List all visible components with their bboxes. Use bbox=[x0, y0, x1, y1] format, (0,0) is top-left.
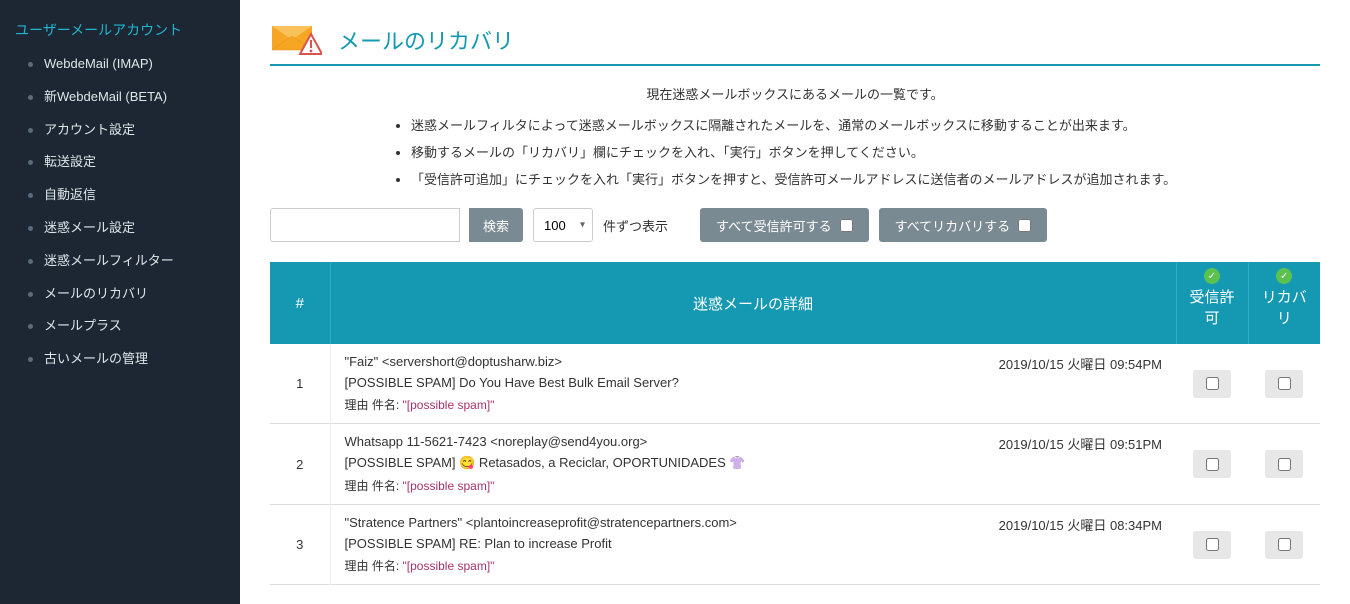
sidebar-item-mail-recovery[interactable]: メールのリカバリ bbox=[0, 278, 240, 311]
sidebar-item-webdemail[interactable]: WebdeMail (IMAP) bbox=[0, 48, 240, 81]
col-recover: ✓ リカバリ bbox=[1248, 262, 1320, 344]
check-circle-icon: ✓ bbox=[1204, 268, 1220, 284]
instruction-item: 迷惑メールフィルタによって迷惑メールボックスに隔離されたメールを、通常のメールボ… bbox=[411, 115, 1205, 134]
sidebar-item-old-mail[interactable]: 古いメールの管理 bbox=[0, 343, 240, 376]
row-allow-cell bbox=[1176, 424, 1248, 505]
allow-checkbox-wrap[interactable] bbox=[1193, 450, 1231, 478]
recover-checkbox-wrap[interactable] bbox=[1265, 450, 1303, 478]
recover-all-checkbox[interactable] bbox=[1018, 219, 1031, 232]
mail-reason: 理由 件名: "[possible spam]" bbox=[345, 477, 1163, 494]
allow-all-button[interactable]: すべて受信許可する bbox=[700, 208, 869, 242]
recover-all-label: すべてリカバリする bbox=[895, 216, 1011, 235]
col-detail: 迷惑メールの詳細 bbox=[330, 262, 1176, 344]
mail-subject: [POSSIBLE SPAM] 😋 Retasados, a Reciclar,… bbox=[345, 455, 1163, 471]
mail-date: 2019/10/15 火曜日 08:34PM bbox=[999, 515, 1162, 534]
row-detail: Whatsapp 11-5621-7423 <noreplay@send4you… bbox=[330, 424, 1176, 505]
sidebar-item-account-settings[interactable]: アカウント設定 bbox=[0, 114, 240, 147]
toolbar: 検索 100 ▾ 件ずつ表示 すべて受信許可する すべてリカバリする bbox=[270, 208, 1320, 242]
sidebar-item-mail-plus[interactable]: メールプラス bbox=[0, 310, 240, 343]
per-page-label: 件ずつ表示 bbox=[603, 216, 668, 235]
search-input[interactable] bbox=[270, 208, 460, 242]
row-allow-cell bbox=[1176, 505, 1248, 585]
mail-warning-icon bbox=[270, 20, 322, 60]
mail-reason: 理由 件名: "[possible spam]" bbox=[345, 557, 1163, 574]
mail-date: 2019/10/15 火曜日 09:54PM bbox=[999, 354, 1162, 373]
mail-reason: 理由 件名: "[possible spam]" bbox=[345, 396, 1163, 413]
page-header: メールのリカバリ bbox=[270, 20, 1320, 66]
recover-checkbox[interactable] bbox=[1278, 458, 1291, 471]
sidebar: ユーザーメールアカウント WebdeMail (IMAP) 新WebdeMail… bbox=[0, 0, 240, 604]
allow-checkbox[interactable] bbox=[1206, 538, 1219, 551]
sidebar-item-autoreply[interactable]: 自動返信 bbox=[0, 179, 240, 212]
sidebar-header: ユーザーメールアカウント bbox=[0, 10, 240, 48]
allow-checkbox-wrap[interactable] bbox=[1193, 531, 1231, 559]
spam-table: # 迷惑メールの詳細 ✓ 受信許可 ✓ リカバリ 1"Faiz" <server… bbox=[270, 262, 1320, 585]
table-row: 2Whatsapp 11-5621-7423 <noreplay@send4yo… bbox=[270, 424, 1320, 505]
main-content: メールのリカバリ 現在迷惑メールボックスにあるメールの一覧です。 迷惑メールフィ… bbox=[240, 0, 1350, 604]
recover-checkbox[interactable] bbox=[1278, 538, 1291, 551]
instruction-item: 「受信許可追加」にチェックを入れ「実行」ボタンを押すと、受信許可メールアドレスに… bbox=[411, 169, 1205, 188]
row-number: 3 bbox=[270, 505, 330, 585]
allow-all-label: すべて受信許可する bbox=[716, 216, 832, 235]
search-button[interactable]: 検索 bbox=[469, 208, 523, 242]
instruction-list: 迷惑メールフィルタによって迷惑メールボックスに隔離されたメールを、通常のメールボ… bbox=[385, 115, 1205, 188]
recover-checkbox[interactable] bbox=[1278, 377, 1291, 390]
per-page-select[interactable]: 100 bbox=[533, 208, 593, 242]
row-recover-cell bbox=[1248, 344, 1320, 424]
col-number: # bbox=[270, 262, 330, 344]
table-row: 3"Stratence Partners" <plantoincreasepro… bbox=[270, 505, 1320, 585]
row-number: 1 bbox=[270, 344, 330, 424]
sidebar-item-webdemail-beta[interactable]: 新WebdeMail (BETA) bbox=[0, 81, 240, 114]
allow-checkbox[interactable] bbox=[1206, 458, 1219, 471]
mail-subject: [POSSIBLE SPAM] Do You Have Best Bulk Em… bbox=[345, 375, 1163, 390]
row-detail: "Faiz" <servershort@doptusharw.biz>2019/… bbox=[330, 344, 1176, 424]
page-title: メールのリカバリ bbox=[338, 24, 514, 56]
instruction-item: 移動するメールの「リカバリ」欄にチェックを入れ、「実行」ボタンを押してください。 bbox=[411, 142, 1205, 161]
recover-all-button[interactable]: すべてリカバリする bbox=[879, 208, 1048, 242]
col-allow: ✓ 受信許可 bbox=[1176, 262, 1248, 344]
row-number: 2 bbox=[270, 424, 330, 505]
table-row: 1"Faiz" <servershort@doptusharw.biz>2019… bbox=[270, 344, 1320, 424]
allow-all-checkbox[interactable] bbox=[840, 219, 853, 232]
allow-checkbox[interactable] bbox=[1206, 377, 1219, 390]
row-detail: "Stratence Partners" <plantoincreaseprof… bbox=[330, 505, 1176, 585]
sidebar-item-forwarding[interactable]: 転送設定 bbox=[0, 146, 240, 179]
row-recover-cell bbox=[1248, 505, 1320, 585]
row-allow-cell bbox=[1176, 344, 1248, 424]
mail-date: 2019/10/15 火曜日 09:51PM bbox=[999, 434, 1162, 453]
page-intro: 現在迷惑メールボックスにあるメールの一覧です。 bbox=[270, 84, 1320, 103]
recover-checkbox-wrap[interactable] bbox=[1265, 370, 1303, 398]
check-circle-icon: ✓ bbox=[1276, 268, 1292, 284]
recover-checkbox-wrap[interactable] bbox=[1265, 531, 1303, 559]
row-recover-cell bbox=[1248, 424, 1320, 505]
allow-checkbox-wrap[interactable] bbox=[1193, 370, 1231, 398]
sidebar-item-spam-settings[interactable]: 迷惑メール設定 bbox=[0, 212, 240, 245]
sidebar-item-spam-filter[interactable]: 迷惑メールフィルター bbox=[0, 245, 240, 278]
sidebar-list: WebdeMail (IMAP) 新WebdeMail (BETA) アカウント… bbox=[0, 48, 240, 376]
mail-subject: [POSSIBLE SPAM] RE: Plan to increase Pro… bbox=[345, 536, 1163, 551]
